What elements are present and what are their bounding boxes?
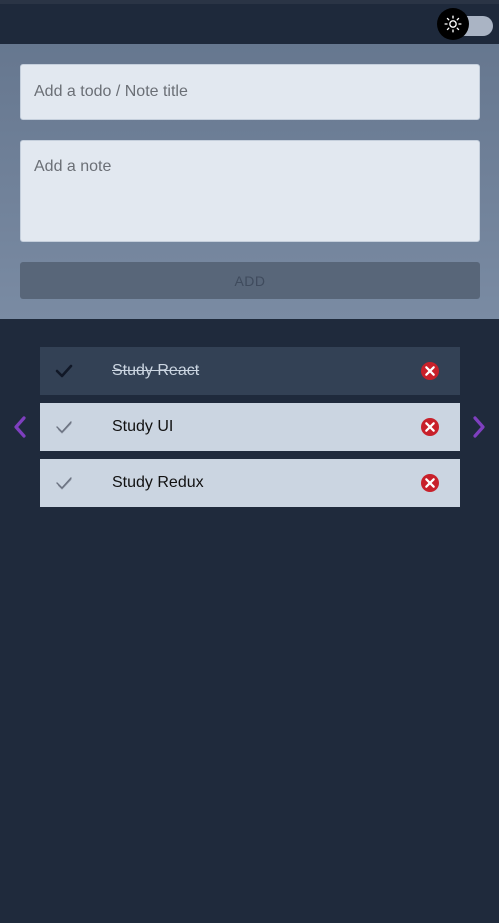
todo-title-input[interactable] bbox=[20, 64, 480, 120]
todo-item: Study React bbox=[40, 347, 460, 395]
add-button[interactable]: ADD bbox=[20, 262, 480, 299]
check-icon[interactable] bbox=[54, 473, 74, 493]
toggle-knob[interactable] bbox=[437, 8, 469, 40]
todo-item: Study UI bbox=[40, 403, 460, 451]
next-page-button[interactable] bbox=[469, 414, 489, 440]
delete-circle-icon[interactable] bbox=[420, 417, 440, 437]
todo-list: Study React Study UI Study Redux bbox=[40, 347, 460, 515]
check-icon[interactable] bbox=[54, 417, 74, 437]
top-bar bbox=[0, 0, 499, 44]
delete-circle-icon[interactable] bbox=[420, 361, 440, 381]
theme-toggle[interactable] bbox=[437, 8, 493, 40]
todo-item: Study Redux bbox=[40, 459, 460, 507]
note-textarea[interactable] bbox=[20, 140, 480, 242]
prev-page-button[interactable] bbox=[10, 414, 30, 440]
todo-title[interactable]: Study React bbox=[112, 361, 199, 381]
sun-icon bbox=[444, 15, 462, 33]
chevron-left-icon bbox=[14, 416, 26, 438]
delete-circle-icon[interactable] bbox=[420, 473, 440, 493]
todo-title[interactable]: Study UI bbox=[112, 417, 173, 437]
chevron-right-icon bbox=[473, 416, 485, 438]
check-icon[interactable] bbox=[54, 361, 74, 381]
todo-title[interactable]: Study Redux bbox=[112, 473, 204, 493]
todo-form: ADD bbox=[0, 44, 499, 319]
